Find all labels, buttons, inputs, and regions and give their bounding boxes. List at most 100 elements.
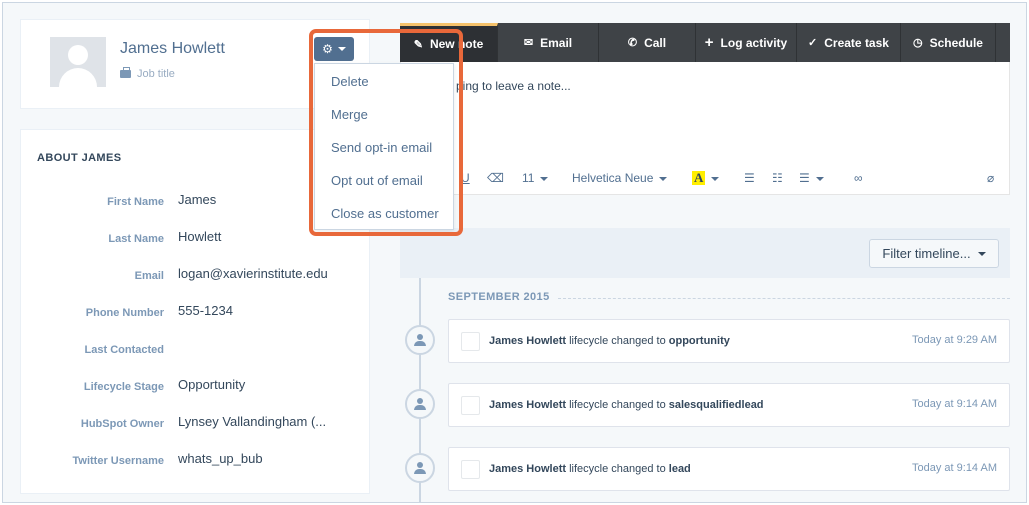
link-icon[interactable]: ∞ bbox=[854, 171, 863, 185]
tab-schedule[interactable]: ◷ Schedule bbox=[901, 23, 996, 62]
tab-label: Log activity bbox=[720, 35, 788, 50]
property-label: First Name bbox=[107, 196, 164, 208]
text-color-icon: A bbox=[692, 170, 706, 185]
event-text: James Howlett lifecycle changed to sales… bbox=[489, 399, 764, 411]
font-size-select[interactable]: 11 bbox=[522, 171, 549, 185]
property-row-last-name: Last Name Howlett bbox=[21, 229, 371, 249]
timeline-event[interactable]: James Howlett lifecycle changed to lead … bbox=[448, 447, 1010, 491]
briefcase-icon bbox=[120, 67, 131, 78]
avatar bbox=[461, 332, 480, 351]
align-select[interactable]: ☰ bbox=[799, 171, 824, 185]
gear-icon: ⚙ bbox=[322, 42, 333, 56]
tab-log-activity[interactable]: + Log activity bbox=[696, 23, 797, 62]
clock-icon: ◷ bbox=[913, 37, 923, 49]
tab-create-task[interactable]: ✓ Create task bbox=[797, 23, 901, 62]
note-placeholder: ping to leave a note... bbox=[456, 79, 571, 93]
numbered-list-icon[interactable]: ☷ bbox=[772, 171, 783, 185]
menu-item-merge[interactable]: Merge bbox=[331, 107, 368, 122]
chevron-down-icon bbox=[337, 47, 346, 51]
event-time: Today at 9:14 AM bbox=[912, 398, 997, 410]
font-family-value: Helvetica Neue bbox=[572, 171, 654, 185]
event-marker bbox=[405, 325, 435, 355]
property-row-last-contacted: Last Contacted bbox=[21, 340, 371, 360]
menu-item-opt-out-of-email[interactable]: Opt out of email bbox=[331, 173, 423, 188]
font-family-select[interactable]: Helvetica Neue bbox=[572, 171, 668, 185]
activity-toolbar: ✎ New note ✉ Email ✆ Call + Log activity… bbox=[400, 23, 1010, 62]
property-label: Phone Number bbox=[85, 307, 164, 319]
menu-item-close-as-customer[interactable]: Close as customer bbox=[331, 206, 439, 221]
attachment-icon[interactable]: ⌀ bbox=[987, 171, 994, 185]
pencil-icon: ✎ bbox=[413, 38, 423, 51]
about-heading: ABOUT JAMES bbox=[37, 152, 122, 164]
property-label: Last Name bbox=[108, 233, 164, 245]
avatar bbox=[461, 460, 480, 479]
event-action: lifecycle changed to bbox=[566, 463, 669, 475]
tab-email[interactable]: ✉ Email bbox=[498, 23, 599, 62]
contact-name[interactable]: James Howlett bbox=[120, 40, 225, 58]
tab-label: Email bbox=[540, 35, 573, 50]
avatar[interactable] bbox=[50, 37, 106, 87]
event-time: Today at 9:14 AM bbox=[912, 462, 997, 474]
filter-timeline-button[interactable]: Filter timeline... bbox=[869, 239, 999, 268]
timeline: Filter timeline... SEPTEMBER 2015 James … bbox=[400, 228, 1010, 502]
event-time: Today at 9:29 AM bbox=[912, 334, 997, 346]
job-title-placeholder: Job title bbox=[137, 68, 175, 80]
text-color-select[interactable]: A bbox=[692, 170, 720, 185]
event-text: James Howlett lifecycle changed to oppor… bbox=[489, 335, 730, 347]
property-row-email: Email logan@xavierinstitute.edu bbox=[21, 266, 371, 286]
tab-label: New note bbox=[429, 37, 484, 51]
actions-dropdown: Delete Merge Send opt-in email Opt out o… bbox=[314, 63, 454, 230]
tab-label: Schedule bbox=[929, 35, 983, 50]
avatar bbox=[461, 396, 480, 415]
contact-record-window: James Howlett Job title ABOUT JAMES Firs… bbox=[2, 2, 1027, 503]
tab-new-note[interactable]: ✎ New note bbox=[400, 23, 498, 62]
menu-item-send-opt-in-email[interactable]: Send opt-in email bbox=[331, 140, 432, 155]
property-label: HubSpot Owner bbox=[80, 418, 164, 430]
property-value[interactable]: whats_up_bub bbox=[178, 451, 263, 466]
event-actor[interactable]: James Howlett bbox=[489, 399, 566, 411]
note-editor[interactable]: ping to leave a note... U ⌫ 11 Helvetica… bbox=[400, 62, 1010, 195]
filter-label: Filter timeline... bbox=[882, 246, 971, 261]
event-value: opportunity bbox=[668, 335, 730, 347]
tab-label: Call bbox=[644, 35, 667, 50]
property-row-twitter-username: Twitter Username whats_up_bub bbox=[21, 451, 371, 471]
phone-icon: ✆ bbox=[627, 37, 638, 49]
underline-button[interactable]: U bbox=[461, 171, 470, 185]
check-circle-icon: ✓ bbox=[808, 37, 818, 49]
property-value[interactable]: logan@xavierinstitute.edu bbox=[178, 266, 328, 281]
job-title-field[interactable]: Job title bbox=[120, 67, 175, 80]
event-action: lifecycle changed to bbox=[566, 399, 669, 411]
person-icon bbox=[414, 398, 426, 410]
chevron-down-icon bbox=[977, 251, 986, 256]
property-label: Last Contacted bbox=[84, 344, 164, 356]
month-divider bbox=[558, 298, 1010, 299]
property-label: Email bbox=[134, 270, 164, 282]
event-actor[interactable]: James Howlett bbox=[489, 463, 566, 475]
eraser-icon[interactable]: ⌫ bbox=[487, 171, 504, 185]
event-text: James Howlett lifecycle changed to lead bbox=[489, 463, 691, 475]
property-value[interactable]: Opportunity bbox=[178, 377, 245, 392]
timeline-event[interactable]: James Howlett lifecycle changed to oppor… bbox=[448, 319, 1010, 363]
menu-item-delete[interactable]: Delete bbox=[331, 74, 369, 89]
bullet-list-icon[interactable]: ☰ bbox=[744, 171, 755, 185]
person-icon bbox=[414, 334, 426, 346]
event-marker bbox=[405, 453, 435, 483]
event-actor[interactable]: James Howlett bbox=[489, 335, 566, 347]
property-value[interactable]: Howlett bbox=[178, 229, 221, 244]
timeline-header: Filter timeline... bbox=[400, 228, 1010, 278]
month-label: SEPTEMBER 2015 bbox=[448, 291, 550, 303]
font-size-value: 11 bbox=[522, 171, 535, 185]
property-row-hubspot-owner: HubSpot Owner Lynsey Vallandingham (... bbox=[21, 414, 371, 434]
event-value: salesqualifiedlead bbox=[668, 399, 764, 411]
property-value[interactable]: 555-1234 bbox=[178, 303, 233, 318]
property-value[interactable]: James bbox=[178, 192, 216, 207]
tab-call[interactable]: ✆ Call bbox=[599, 23, 696, 62]
person-icon bbox=[414, 462, 426, 474]
event-marker bbox=[405, 389, 435, 419]
tab-label: Create task bbox=[824, 35, 889, 50]
property-value[interactable]: Lynsey Vallandingham (... bbox=[178, 414, 326, 429]
timeline-event[interactable]: James Howlett lifecycle changed to sales… bbox=[448, 383, 1010, 427]
property-row-phone-number: Phone Number 555-1234 bbox=[21, 303, 371, 323]
event-value: lead bbox=[668, 463, 691, 475]
actions-button[interactable]: ⚙ bbox=[314, 37, 354, 61]
